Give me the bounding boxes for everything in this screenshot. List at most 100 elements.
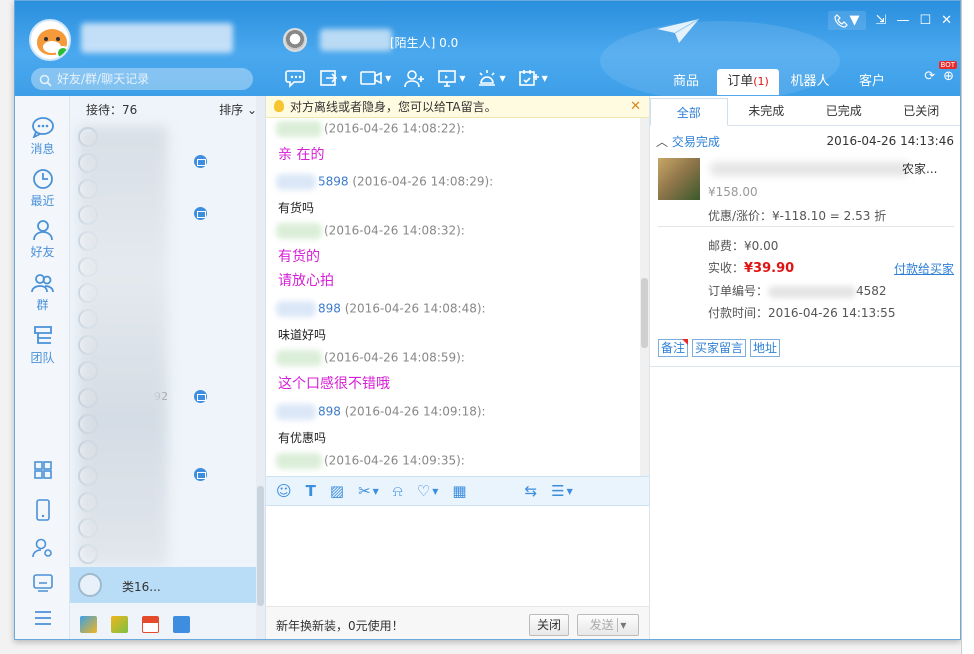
paper-plane-icon <box>657 18 700 43</box>
sort-button[interactable]: 排序 ⌄ <box>219 101 257 118</box>
calendar-task-button[interactable]: ▼ <box>518 68 548 88</box>
input-toolbar: ☺ T ▨ ✂ ▼ ⍾ ♡ ▼ ▦ ⇆ ☰ ▼ <box>266 476 649 506</box>
tab-all-orders[interactable]: 全部 <box>650 98 728 126</box>
contact-list-scrollbar[interactable] <box>256 96 265 639</box>
search-placeholder: 好友/群/聊天记录 <box>57 72 150 86</box>
nav-friends[interactable]: 好友 <box>15 219 70 260</box>
nav-recent[interactable]: 最近 <box>15 168 70 209</box>
tool-app-icon[interactable] <box>80 616 97 633</box>
tab-robot[interactable]: 机器人 <box>779 69 841 95</box>
chat-toolbar: ▼ ▼ ▼ ▼ ▼ <box>285 65 548 91</box>
chevron-down-icon: ▼ <box>541 73 548 83</box>
message-list: (2016-04-26 14:08:22): 亲 在的 5898 (2016-0… <box>266 118 640 476</box>
nav-mobile[interactable] <box>15 499 70 521</box>
history-button[interactable]: ☰ ▼ <box>551 482 573 500</box>
alarm-button[interactable]: ▼ <box>477 68 506 88</box>
maximize-icon[interactable]: ☐ <box>919 13 931 28</box>
minimize-icon[interactable]: — <box>896 13 909 28</box>
chevron-down-icon: ▼ <box>432 486 439 496</box>
chevron-up-icon[interactable]: ︿ <box>656 135 668 149</box>
buyer-message-button[interactable]: 买家留言 <box>692 339 747 357</box>
close-icon[interactable]: ✕ <box>941 13 952 28</box>
search-input[interactable]: 好友/群/聊天记录 <box>31 68 253 90</box>
nav-contact-settings[interactable] <box>15 537 70 559</box>
tab-closed[interactable]: 已关闭 <box>883 97 960 125</box>
sender-name-blurred <box>276 453 322 469</box>
remote-assist-button[interactable]: ▼ <box>437 68 465 88</box>
pay-buyer-link[interactable]: 付款给买家 <box>894 260 954 277</box>
add-friend-button[interactable] <box>403 68 425 88</box>
chevron-down-icon: ▼ <box>849 13 860 28</box>
transfer-chat-icon[interactable]: ⇆ <box>525 482 538 500</box>
refresh-icon[interactable]: ⟳ <box>924 69 935 84</box>
close-button[interactable]: 关闭 <box>529 614 569 636</box>
user-name-blurred <box>81 23 233 53</box>
message-header: (2016-04-26 14:08:22): <box>276 121 465 137</box>
contact-list: 接待：76 排序 ⌄ 92 类16... <box>70 96 266 639</box>
chevron-down-icon[interactable]: ▾ <box>617 618 627 632</box>
order-number: 订单编号： 4582 <box>708 284 887 298</box>
person-icon <box>32 220 53 241</box>
send-button[interactable]: 发送 ▾ <box>577 614 639 636</box>
nav-menu[interactable] <box>15 610 70 626</box>
selected-contact-name: 类16... <box>122 580 161 594</box>
tab-orders[interactable]: 订单(1) <box>717 69 779 95</box>
product-title-fragment: 农家... <box>902 162 938 176</box>
chat-scrollbar[interactable] <box>640 118 649 476</box>
order-status-row[interactable]: ︿ 交易完成 2016-04-26 14:13:46 <box>650 126 960 156</box>
chevron-down-icon: ▼ <box>385 73 392 83</box>
message-input[interactable] <box>266 506 649 606</box>
calculator-icon[interactable]: ▦ <box>452 482 466 500</box>
add-plugin-icon[interactable]: ⊕ <box>943 69 954 84</box>
tab-customer[interactable]: 客户 <box>841 69 903 95</box>
window-controls: ▼ ⇲ — ☐ ✕ <box>827 11 952 30</box>
tab-finished[interactable]: 已完成 <box>805 97 883 125</box>
order-tags: 备注 买家留言 地址 <box>658 339 781 357</box>
message-header: 898 (2016-04-26 14:09:18): <box>276 404 486 420</box>
shop-icon[interactable] <box>142 616 159 633</box>
sender-name-blurred <box>276 223 322 239</box>
add-friend-icon <box>404 70 425 88</box>
contact-avatar[interactable] <box>283 28 307 52</box>
unread-message-icon <box>194 390 207 403</box>
nav-apps[interactable] <box>15 460 70 480</box>
chat-transfer-button[interactable] <box>285 68 307 88</box>
phone-button[interactable]: ▼ <box>827 11 866 30</box>
tab-unfinished[interactable]: 未完成 <box>728 97 806 125</box>
note-button[interactable]: 备注 <box>658 339 689 357</box>
nav-team[interactable]: 团队 <box>15 325 70 366</box>
font-icon[interactable]: T <box>306 482 316 500</box>
unread-message-icon <box>194 207 207 220</box>
message-icon <box>31 117 54 138</box>
order-panel: 全部 未完成 已完成 已关闭 ︿ 交易完成 2016-04-26 14:13:4… <box>649 96 960 639</box>
selected-contact[interactable]: 类16... <box>70 567 256 603</box>
order-date: 2016-04-26 14:13:46 <box>826 134 954 148</box>
favorite-button[interactable]: ♡ ▼ <box>417 482 439 500</box>
video-call-button[interactable]: ▼ <box>359 68 391 88</box>
order-number-blurred <box>768 285 857 298</box>
divider <box>650 366 960 367</box>
order-item[interactable]: 农家... ¥158.00 优惠/涨价：¥-118.10 = 2.53 折 <box>650 156 960 226</box>
nav-messages[interactable]: 消息 <box>15 116 70 157</box>
gift-icon[interactable] <box>111 616 128 633</box>
tab-products[interactable]: 商品 <box>655 69 717 95</box>
emoji-icon[interactable]: ☺ <box>276 482 292 500</box>
background-window-edge <box>961 0 974 654</box>
promo-link[interactable]: 新年换新装，0元使用！ <box>276 617 404 634</box>
image-icon[interactable]: ▨ <box>330 482 344 500</box>
message-text: 这个口感很不错哦 <box>278 376 390 392</box>
screenshot-button[interactable]: ✂ ▼ <box>358 482 379 500</box>
close-icon[interactable]: ✕ <box>630 96 641 118</box>
product-thumbnail[interactable] <box>658 158 700 200</box>
pin-icon[interactable]: ⇲ <box>876 13 887 28</box>
share-screen-button[interactable]: ▼ <box>319 68 347 88</box>
address-button[interactable]: 地址 <box>750 339 781 357</box>
shake-icon[interactable]: ⍾ <box>393 482 403 500</box>
search-icon <box>39 72 52 94</box>
nav-workbench[interactable] <box>15 573 70 593</box>
order-count-badge: (1) <box>753 75 769 88</box>
nav-groups[interactable]: 群 <box>15 272 70 313</box>
sender-name-blurred <box>276 121 322 137</box>
menu-app-icon[interactable] <box>173 616 190 633</box>
user-avatar[interactable] <box>29 19 71 61</box>
